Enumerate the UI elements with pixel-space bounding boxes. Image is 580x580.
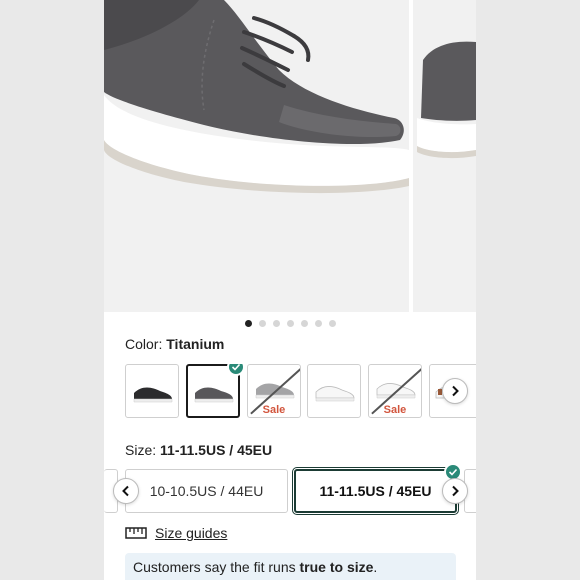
carousel-dot[interactable] — [272, 320, 280, 327]
size-option-10-10-5[interactable]: 10-10.5US / 44EU — [125, 469, 288, 513]
carousel-dot[interactable] — [314, 320, 322, 327]
fit-text-suffix: . — [373, 559, 378, 575]
size-option-11-11-5[interactable]: 11-11.5US / 45EU — [292, 467, 459, 515]
fit-text-emphasis: true to size — [299, 559, 374, 575]
page-backdrop-right — [476, 0, 580, 580]
shoe-thumbnail-icon — [315, 386, 355, 402]
color-swatch-list: Sale Sale — [125, 364, 476, 420]
swatches-next-button[interactable] — [442, 378, 468, 404]
swatch-grey-sale[interactable]: Sale — [247, 364, 301, 418]
sneaker-image — [104, 0, 409, 312]
size-option-list: 10-10.5US / 44EU 11-11.5US / 45EU — [104, 463, 476, 520]
page-backdrop-left — [0, 0, 104, 580]
fit-info-banner: Customers say the fit runs true to size. — [125, 553, 456, 580]
carousel-dot[interactable] — [258, 320, 266, 327]
carousel-pagination — [104, 318, 476, 330]
color-label: Color: — [125, 336, 163, 352]
product-image-next[interactable] — [413, 0, 476, 312]
carousel-dot[interactable] — [300, 320, 308, 327]
product-page: Color: Titanium Sale Sale Size: 11-11.5U… — [104, 0, 476, 580]
size-guide-label[interactable]: Size guides — [155, 525, 227, 541]
swatch-white-sale[interactable]: Sale — [368, 364, 422, 418]
chevron-right-icon — [452, 485, 459, 497]
carousel-dot[interactable] — [286, 320, 294, 327]
fit-text-prefix: Customers say the fit runs — [133, 559, 300, 575]
ruler-icon — [125, 527, 147, 539]
size-guide-link[interactable]: Size guides — [125, 525, 227, 541]
swatch-black[interactable] — [125, 364, 179, 418]
sizes-next-button[interactable] — [442, 478, 468, 504]
shoe-thumbnail-icon — [133, 387, 173, 403]
product-image-carousel[interactable] — [104, 0, 476, 312]
sale-tag: Sale — [262, 404, 286, 416]
selected-check-icon — [227, 364, 245, 376]
size-label-row: Size: 11-11.5US / 45EU — [125, 442, 272, 458]
color-label-row: Color: Titanium — [125, 336, 224, 352]
sizes-prev-button[interactable] — [113, 478, 139, 504]
size-value: 11-11.5US / 45EU — [160, 442, 273, 458]
sneaker-image-side — [413, 0, 476, 312]
carousel-dot[interactable] — [244, 320, 252, 327]
product-image-main[interactable] — [104, 0, 409, 312]
color-value: Titanium — [166, 336, 225, 352]
chevron-left-icon — [122, 485, 129, 497]
chevron-right-icon — [452, 385, 459, 397]
sale-tag: Sale — [383, 404, 407, 416]
size-label: Size: — [125, 442, 157, 458]
swatch-white[interactable] — [307, 364, 361, 418]
carousel-dot[interactable] — [328, 320, 336, 327]
